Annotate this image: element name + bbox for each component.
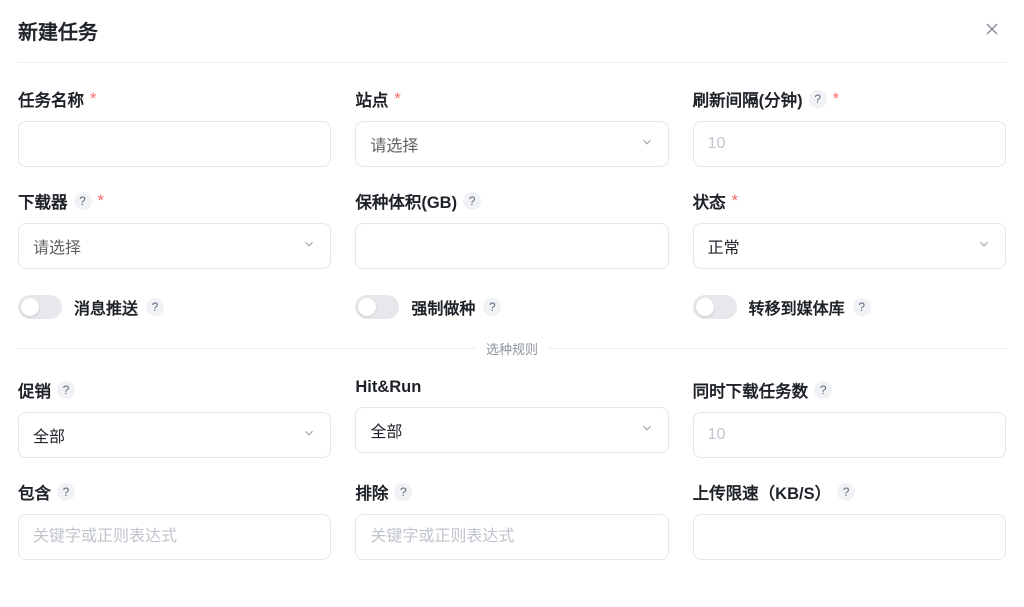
field-downloader: 下载器 ? * 请选择 — [18, 189, 331, 269]
dialog-container: 新建任务 任务名称 * 站点 * 请选择 — [0, 0, 1024, 560]
label-site: 站点 * — [355, 87, 668, 111]
help-icon[interactable]: ? — [463, 192, 481, 210]
field-msg-push: 消息推送 ? — [18, 291, 331, 319]
label-exclude: 排除 ? — [355, 480, 668, 504]
field-transfer-media: 转移到媒体库 ? — [693, 291, 1006, 319]
dialog-header: 新建任务 — [18, 14, 1006, 63]
help-icon[interactable]: ? — [146, 298, 164, 316]
input-upload-limit[interactable] — [693, 514, 1006, 560]
chevron-down-icon — [302, 237, 316, 256]
label-refresh-interval: 刷新间隔(分钟) ? * — [693, 87, 1006, 111]
help-icon[interactable]: ? — [814, 381, 832, 399]
label-include: 包含 ? — [18, 480, 331, 504]
select-promo[interactable]: 全部 — [18, 412, 331, 458]
input-include[interactable] — [18, 514, 331, 560]
select-downloader[interactable]: 请选择 — [18, 223, 331, 269]
help-icon[interactable]: ? — [853, 298, 871, 316]
toggle-force-seed[interactable] — [355, 295, 399, 319]
chevron-down-icon — [640, 421, 654, 440]
help-icon[interactable]: ? — [394, 483, 412, 501]
label-seed-size: 保种体积(GB) ? — [355, 189, 668, 213]
field-concurrent-downloads: 同时下载任务数 ? — [693, 378, 1006, 458]
field-seed-size: 保种体积(GB) ? — [355, 189, 668, 269]
help-icon[interactable]: ? — [809, 90, 827, 108]
label-msg-push: 消息推送 ? — [74, 295, 164, 319]
required-mark: * — [833, 90, 839, 109]
chevron-down-icon — [302, 426, 316, 445]
section-divider: 选种规则 — [18, 339, 1006, 358]
chevron-down-icon — [977, 237, 991, 256]
form-grid: 任务名称 * 站点 * 请选择 刷新间隔(分钟) ? * — [18, 87, 1006, 560]
field-hitrun: Hit&Run 全部 — [355, 378, 668, 458]
label-task-name: 任务名称 * — [18, 87, 331, 111]
label-status: 状态 * — [693, 189, 1006, 213]
field-site: 站点 * 请选择 — [355, 87, 668, 167]
help-icon[interactable]: ? — [57, 483, 75, 501]
close-icon[interactable] — [978, 14, 1006, 46]
dialog-title: 新建任务 — [18, 16, 98, 45]
select-status[interactable]: 正常 — [693, 223, 1006, 269]
input-concurrent-downloads[interactable] — [693, 412, 1006, 458]
help-icon[interactable]: ? — [483, 298, 501, 316]
help-icon[interactable]: ? — [74, 192, 92, 210]
label-hitrun: Hit&Run — [355, 378, 668, 397]
required-mark: * — [98, 192, 104, 211]
label-concurrent-downloads: 同时下载任务数 ? — [693, 378, 1006, 402]
field-force-seed: 强制做种 ? — [355, 291, 668, 319]
help-icon[interactable]: ? — [837, 483, 855, 501]
label-transfer-media: 转移到媒体库 ? — [749, 295, 871, 319]
toggle-msg-push[interactable] — [18, 295, 62, 319]
field-promo: 促销 ? 全部 — [18, 378, 331, 458]
label-downloader: 下载器 ? * — [18, 189, 331, 213]
field-refresh-interval: 刷新间隔(分钟) ? * — [693, 87, 1006, 167]
field-task-name: 任务名称 * — [18, 87, 331, 167]
divider-label: 选种规则 — [486, 339, 538, 358]
help-icon[interactable]: ? — [57, 381, 75, 399]
input-exclude[interactable] — [355, 514, 668, 560]
label-promo: 促销 ? — [18, 378, 331, 402]
label-upload-limit: 上传限速（KB/S） ? — [693, 480, 1006, 504]
required-mark: * — [90, 90, 96, 109]
field-status: 状态 * 正常 — [693, 189, 1006, 269]
select-hitrun[interactable]: 全部 — [355, 407, 668, 453]
field-upload-limit: 上传限速（KB/S） ? — [693, 480, 1006, 560]
input-seed-size[interactable] — [355, 223, 668, 269]
field-exclude: 排除 ? — [355, 480, 668, 560]
toggle-transfer-media[interactable] — [693, 295, 737, 319]
field-include: 包含 ? — [18, 480, 331, 560]
input-refresh-interval[interactable] — [693, 121, 1006, 167]
chevron-down-icon — [640, 135, 654, 154]
required-mark: * — [394, 90, 400, 109]
label-force-seed: 强制做种 ? — [411, 295, 501, 319]
select-site[interactable]: 请选择 — [355, 121, 668, 167]
required-mark: * — [732, 192, 738, 211]
input-task-name[interactable] — [18, 121, 331, 167]
